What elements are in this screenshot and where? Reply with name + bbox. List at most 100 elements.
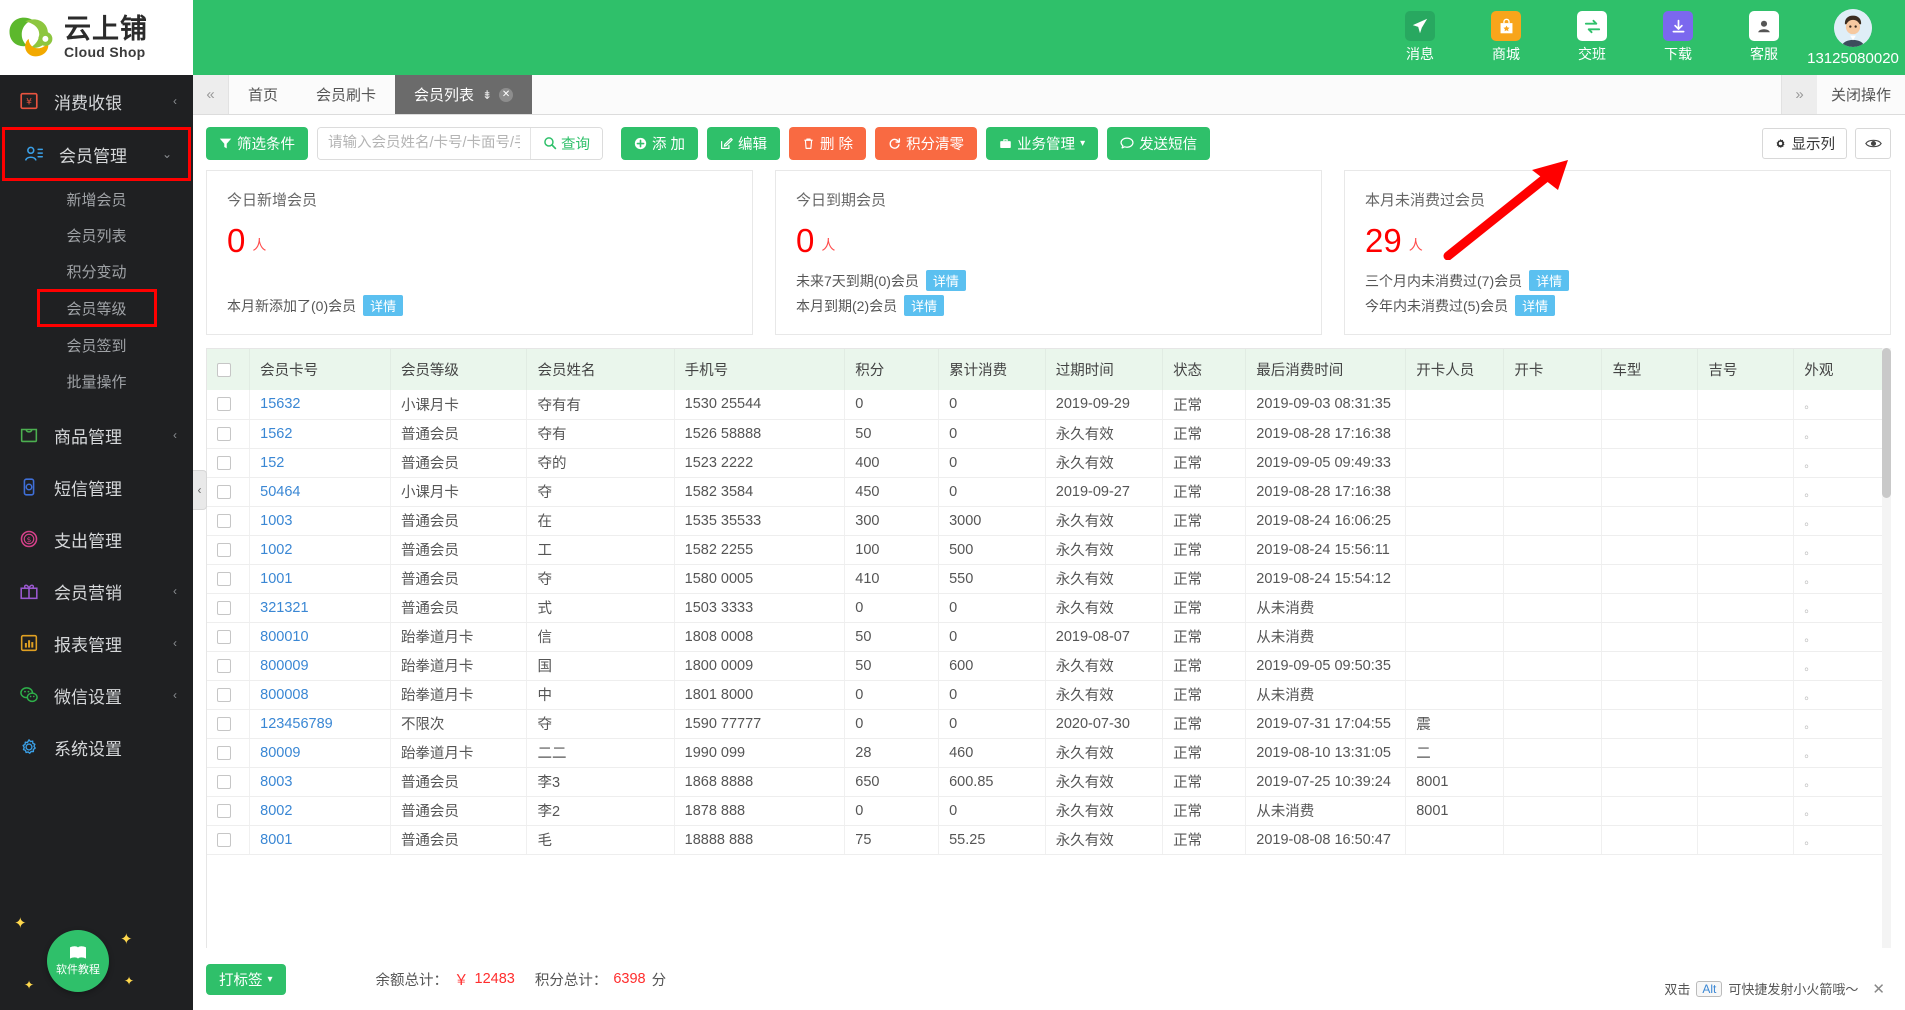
- member-card-link-cell[interactable]: 8002: [249, 796, 391, 826]
- column-header[interactable]: 开卡: [1503, 349, 1603, 390]
- member-card-link-cell[interactable]: 1002: [249, 535, 391, 565]
- row-checkbox[interactable]: [217, 658, 231, 673]
- pin-icon[interactable]: ⇟: [482, 88, 492, 102]
- header-item-mall[interactable]: 商城: [1463, 3, 1549, 73]
- row-checkbox[interactable]: [217, 600, 231, 615]
- add-button[interactable]: 添 加: [621, 126, 699, 160]
- column-header[interactable]: 吉号: [1697, 349, 1795, 390]
- sidebar-subitem-points-change[interactable]: 积分变动: [0, 253, 193, 289]
- detail-badge[interactable]: 详情: [363, 295, 404, 316]
- table-row[interactable]: 1003 普通会员在 1535 35533 300 3000 永久有效 正常 2019-08-…: [207, 506, 1890, 536]
- table-row[interactable]: 1562 普通会员 夺有 1526 58888 50 0 永久有效 正常 2019-08-28 …: [207, 419, 1890, 449]
- table-row[interactable]: 152 普通会员 夺的 1523 2222 400 0 永久有效 正常 2019-09-05 0…: [207, 448, 1890, 478]
- search-input[interactable]: [318, 127, 530, 159]
- tab-home[interactable]: 首页: [229, 75, 297, 114]
- query-button[interactable]: 查询: [530, 127, 602, 159]
- table-row[interactable]: 800008 跆拳道月卡中 1801 8000 0 0 永久有效 正常 从未消费。: [207, 680, 1890, 710]
- table-row[interactable]: 15632 小课月卡 夺有有 1530 25544 0 0 2019-09-29 正常 2019…: [207, 390, 1890, 420]
- row-checkbox[interactable]: [217, 803, 231, 818]
- column-header[interactable]: 车型: [1601, 349, 1699, 390]
- table-row[interactable]: 80009 跆拳道月卡 二二 1990 099 28 460 永久有效 正常 2019-08-1…: [207, 738, 1890, 768]
- sidebar-item-system-settings[interactable]: 系统设置: [0, 721, 193, 773]
- column-header[interactable]: 会员等级: [390, 349, 528, 390]
- header-item-download[interactable]: 下载: [1635, 3, 1721, 73]
- table-row[interactable]: 8001 普通会员毛 18888 888 75 55.25 永久有效 正常 2019-08-0…: [207, 825, 1890, 855]
- member-card-link-cell[interactable]: 800010: [249, 622, 391, 652]
- add-tag-button[interactable]: 打标签 ▾: [206, 963, 286, 995]
- close-icon[interactable]: ✕: [499, 87, 514, 102]
- member-card-link-cell[interactable]: 1562: [249, 419, 391, 449]
- row-checkbox[interactable]: [217, 484, 231, 499]
- column-header[interactable]: 状态: [1162, 349, 1247, 390]
- row-checkbox[interactable]: [217, 397, 231, 412]
- member-card-link-cell[interactable]: 15632: [249, 390, 391, 420]
- row-checkbox[interactable]: [217, 745, 231, 760]
- send-sms-button[interactable]: 发送短信: [1107, 126, 1211, 160]
- sidebar-item-sms-management[interactable]: 短信管理: [0, 461, 193, 513]
- sidebar-item-goods-management[interactable]: 商品管理 ‹: [0, 409, 193, 461]
- detail-badge[interactable]: 详情: [1515, 295, 1556, 316]
- software-tutorial-button[interactable]: 软件教程: [47, 930, 109, 992]
- filter-conditions-button[interactable]: 筛选条件: [206, 126, 308, 160]
- detail-badge[interactable]: 详情: [904, 295, 945, 316]
- table-row[interactable]: 50464 小课月卡夺 1582 3584 450 0 2019-09-27 正常 2019-…: [207, 477, 1890, 507]
- table-row[interactable]: 8003 普通会员 李3 1868 8888 650 600.85 永久有效 正常 2019-0…: [207, 767, 1890, 797]
- tab-member-card-swipe[interactable]: 会员刷卡: [297, 75, 395, 114]
- column-header[interactable]: 积分: [844, 349, 940, 390]
- close-all-tabs-button[interactable]: 关闭操作: [1817, 84, 1905, 105]
- row-checkbox[interactable]: [217, 513, 231, 528]
- member-card-link-cell[interactable]: 50464: [249, 477, 391, 507]
- sidebar-item-expense-management[interactable]: $ 支出管理: [0, 513, 193, 565]
- row-checkbox[interactable]: [217, 629, 231, 644]
- column-header[interactable]: 手机号: [674, 349, 846, 390]
- table-row[interactable]: 1002 普通会员工 1582 2255 100 500 永久有效 正常 2019-08-24…: [207, 535, 1890, 565]
- member-card-link-cell[interactable]: 152: [249, 448, 391, 478]
- row-checkbox[interactable]: [217, 832, 231, 847]
- sidebar-item-wechat-settings[interactable]: 微信设置 ‹: [0, 669, 193, 721]
- clear-points-button[interactable]: 积分清零: [875, 126, 978, 160]
- table-row[interactable]: 123456789 不限次夺 1590 77777 0 0 2020-07-30 正常 201…: [207, 709, 1890, 739]
- column-header[interactable]: 开卡人员: [1405, 349, 1505, 390]
- header-item-shift[interactable]: 交班: [1549, 3, 1635, 73]
- row-checkbox[interactable]: [217, 716, 231, 731]
- tab-member-list[interactable]: 会员列表 ⇟ ✕: [395, 75, 533, 114]
- detail-badge[interactable]: 详情: [925, 270, 966, 291]
- sidebar-item-member-marketing[interactable]: 会员营销 ‹: [0, 565, 193, 617]
- table-row[interactable]: 8002 普通会员 李2 1878 888 0 0 永久有效 正常 从未消费 8001。: [207, 796, 1890, 826]
- detail-badge[interactable]: 详情: [1529, 270, 1570, 291]
- close-icon[interactable]: ✕: [1872, 980, 1885, 998]
- member-card-link-cell[interactable]: 123456789: [249, 709, 391, 739]
- member-card-link-cell[interactable]: 8001: [249, 825, 391, 855]
- column-header[interactable]: 累计消费: [938, 349, 1046, 390]
- row-checkbox[interactable]: [217, 426, 231, 441]
- scrollbar-thumb[interactable]: [1882, 348, 1891, 498]
- edit-button[interactable]: 编辑: [707, 126, 781, 160]
- row-checkbox[interactable]: [217, 774, 231, 789]
- table-vertical-scrollbar[interactable]: [1882, 348, 1891, 948]
- member-card-link-cell[interactable]: 1003: [249, 506, 391, 536]
- header-item-messages[interactable]: 消息: [1377, 3, 1463, 73]
- business-management-button[interactable]: 业务管理 ▾: [986, 126, 1099, 160]
- tabs-scroll-left-button[interactable]: «: [193, 75, 229, 114]
- row-checkbox[interactable]: [217, 455, 231, 470]
- member-table-scroll[interactable]: 会员卡号 会员等级 会员姓名 手机号 积分 累计消费 过期时间 状态 最后消费时…: [206, 348, 1891, 948]
- sidebar-subitem-batch-operation[interactable]: 批量操作: [0, 363, 193, 399]
- sidebar-subitem-member-signin[interactable]: 会员签到: [0, 327, 193, 363]
- app-logo[interactable]: 云上铺 Cloud Shop: [0, 0, 193, 75]
- member-card-link-cell[interactable]: 800008: [249, 680, 391, 710]
- member-card-link-cell[interactable]: 800009: [249, 651, 391, 681]
- member-card-link-cell[interactable]: 1001: [249, 564, 391, 594]
- column-header[interactable]: 过期时间: [1045, 349, 1164, 390]
- table-row[interactable]: 800010 跆拳道月卡信 1808 0008 50 0 2019-08-07 正常 从未消费…: [207, 622, 1890, 652]
- table-row[interactable]: 1001 普通会员夺 1580 0005 410 550 永久有效 正常 2019-08-24…: [207, 564, 1890, 594]
- tabs-scroll-right-button[interactable]: »: [1780, 75, 1817, 114]
- member-card-link-cell[interactable]: 321321: [249, 593, 391, 623]
- member-card-link-cell[interactable]: 80009: [249, 738, 391, 768]
- column-header[interactable]: 会员姓名: [526, 349, 675, 390]
- preview-toggle-button[interactable]: [1855, 127, 1891, 159]
- row-checkbox[interactable]: [217, 571, 231, 586]
- sidebar-subitem-member-list[interactable]: 会员列表: [0, 217, 193, 253]
- table-row[interactable]: 321321 普通会员式 1503 3333 0 0 永久有效 正常 从未消费。: [207, 593, 1890, 623]
- show-columns-button[interactable]: 显示列: [1761, 127, 1847, 159]
- sidebar-collapse-handle[interactable]: ‹: [193, 470, 207, 510]
